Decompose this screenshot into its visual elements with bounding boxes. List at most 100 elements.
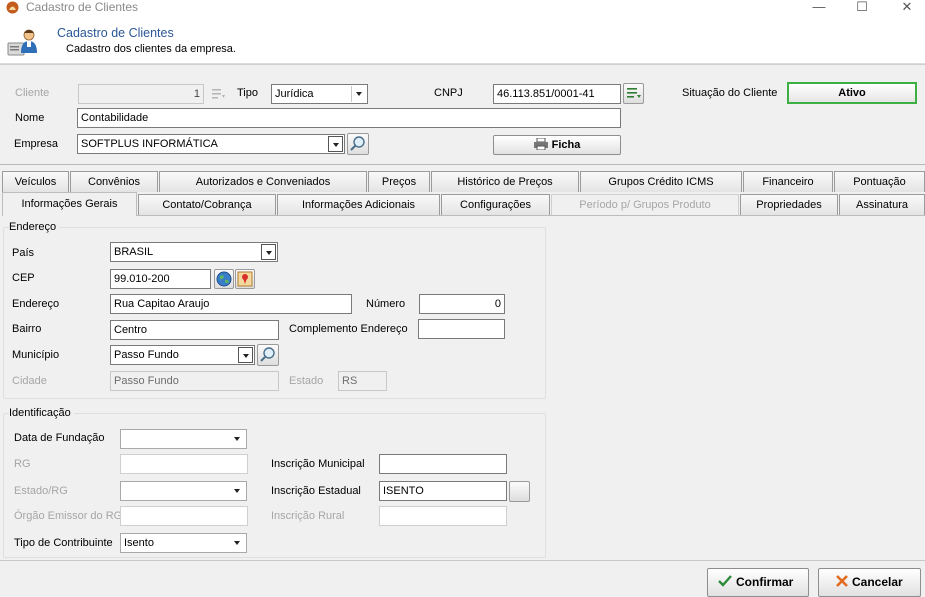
municipio-select[interactable]: Passo Fundo bbox=[110, 345, 255, 365]
tab-historico-precos[interactable]: Histórico de Preços bbox=[431, 171, 579, 192]
cliente-field: 1 bbox=[78, 84, 204, 104]
tab-propriedades[interactable]: Propriedades bbox=[740, 194, 838, 215]
close-button[interactable]: ✕ bbox=[884, 0, 925, 22]
header-divider bbox=[0, 64, 925, 65]
bairro-label: Bairro bbox=[12, 323, 42, 335]
chevron-down-icon bbox=[351, 86, 366, 102]
cancelar-button[interactable]: Cancelar bbox=[818, 568, 921, 597]
tab-informacoes-gerais[interactable]: Informações Gerais bbox=[2, 192, 137, 216]
ficha-button[interactable]: Ficha bbox=[493, 135, 621, 155]
tab-strip-line bbox=[137, 215, 925, 216]
insc-rural-field[interactable] bbox=[379, 506, 507, 526]
orgao-emissor-field[interactable] bbox=[120, 506, 248, 526]
orgao-emissor-label: Órgão Emissor do RG bbox=[14, 510, 123, 522]
cidade-field: Passo Fundo bbox=[110, 371, 279, 391]
app-icon bbox=[6, 1, 19, 14]
chevron-down-icon bbox=[230, 431, 245, 447]
title-bar: Cadastro de Clientes — ☐ ✕ bbox=[0, 0, 925, 22]
fundacao-date-picker[interactable] bbox=[120, 429, 247, 449]
chevron-down-icon bbox=[230, 483, 245, 499]
estado-label: Estado bbox=[289, 375, 324, 387]
insc-estadual-label: Inscrição Estadual bbox=[271, 485, 361, 497]
tab-assinatura[interactable]: Assinatura bbox=[839, 194, 925, 215]
footer-divider bbox=[0, 560, 925, 561]
list-refresh-icon bbox=[212, 89, 225, 99]
nome-label: Nome bbox=[15, 112, 45, 124]
estado-rg-select[interactable] bbox=[120, 481, 247, 501]
empresa-label: Empresa bbox=[14, 138, 59, 150]
situacao-label: Situação do Cliente bbox=[682, 87, 778, 99]
complemento-field[interactable] bbox=[418, 319, 505, 339]
nome-field[interactable]: Contabilidade bbox=[77, 108, 621, 128]
cnpj-field[interactable]: 46.113.851/0001-41 bbox=[493, 84, 621, 104]
cnpj-label: CNPJ bbox=[434, 87, 463, 99]
tab-periodo-grupos-produto: Período p/ Grupos Produto bbox=[551, 194, 739, 215]
endereco-field[interactable]: Rua Capitao Araujo bbox=[110, 294, 352, 314]
cep-field[interactable]: 99.010-200 bbox=[110, 269, 211, 289]
pais-label: País bbox=[12, 247, 35, 259]
tipo-contribuinte-select[interactable]: Isento bbox=[120, 533, 247, 553]
tipo-select[interactable]: Jurídica bbox=[271, 84, 368, 104]
insc-municipal-field[interactable] bbox=[379, 454, 507, 474]
form-divider bbox=[0, 164, 925, 165]
municipio-search-button[interactable] bbox=[257, 344, 279, 366]
chevron-down-icon bbox=[230, 535, 245, 551]
cliente-label: Cliente bbox=[15, 87, 50, 99]
insc-estadual-button[interactable] bbox=[509, 481, 530, 502]
empresa-search-button[interactable] bbox=[347, 133, 369, 155]
tab-grupos-credito-icms[interactable]: Grupos Crédito ICMS bbox=[580, 171, 742, 192]
tab-configuracoes[interactable]: Configurações bbox=[441, 194, 550, 215]
header-subtitle: Cadastro dos clientes da empresa. bbox=[66, 43, 236, 55]
pais-select[interactable]: BRASIL bbox=[110, 242, 278, 262]
check-icon bbox=[718, 575, 732, 587]
rg-label: RG bbox=[14, 458, 31, 470]
maximize-button[interactable]: ☐ bbox=[839, 0, 885, 22]
chevron-down-icon bbox=[238, 347, 253, 363]
municipio-label: Município bbox=[12, 349, 60, 361]
window-title: Cadastro de Clientes bbox=[26, 0, 139, 14]
identificacao-group-label: Identificação bbox=[9, 407, 74, 419]
estado-field: RS bbox=[338, 371, 387, 391]
confirmar-button[interactable]: Confirmar bbox=[707, 568, 809, 597]
cep-web-search-button[interactable] bbox=[214, 269, 234, 289]
globe-icon bbox=[216, 271, 232, 287]
search-icon bbox=[260, 347, 275, 362]
tab-contato-cobranca[interactable]: Contato/Cobrança bbox=[138, 194, 276, 215]
chevron-down-icon bbox=[261, 244, 276, 260]
tab-veiculos[interactable]: Veículos bbox=[2, 171, 69, 192]
tab-pontuacao[interactable]: Pontuação bbox=[834, 171, 925, 192]
bairro-field[interactable]: Centro bbox=[110, 320, 279, 340]
map-pin-icon bbox=[237, 271, 253, 287]
cnpj-lookup-button[interactable] bbox=[623, 83, 644, 104]
empresa-select[interactable]: SOFTPLUS INFORMÁTICA bbox=[77, 134, 345, 154]
list-refresh-icon bbox=[627, 88, 641, 98]
tipo-label: Tipo bbox=[237, 87, 258, 99]
situacao-status-button[interactable]: Ativo bbox=[787, 82, 917, 104]
cancel-x-icon bbox=[836, 575, 848, 587]
printer-icon bbox=[533, 137, 548, 151]
header-title: Cadastro de Clientes bbox=[57, 26, 174, 40]
tab-autorizados-conveniados[interactable]: Autorizados e Conveniados bbox=[159, 171, 367, 192]
minimize-button[interactable]: — bbox=[796, 0, 842, 22]
estado-rg-label: Estado/RG bbox=[14, 485, 68, 497]
tab-financeiro[interactable]: Financeiro bbox=[743, 171, 833, 192]
form-header: Cadastro de Clientes Cadastro dos client… bbox=[0, 22, 925, 64]
tipo-contribuinte-label: Tipo de Contribuinte bbox=[14, 537, 113, 549]
tab-precos[interactable]: Preços bbox=[368, 171, 430, 192]
insc-estadual-field[interactable]: ISENTO bbox=[379, 481, 507, 501]
search-icon bbox=[350, 136, 365, 151]
user-card-icon bbox=[7, 29, 37, 56]
tab-informacoes-adicionais[interactable]: Informações Adicionais bbox=[277, 194, 440, 215]
complemento-label: Complemento Endereço bbox=[289, 323, 408, 335]
endereco-group-label: Endereço bbox=[9, 221, 60, 233]
tab-convenios[interactable]: Convênios bbox=[70, 171, 158, 192]
rg-field[interactable] bbox=[120, 454, 248, 474]
fundacao-label: Data de Fundação bbox=[14, 432, 105, 444]
numero-field[interactable]: 0 bbox=[419, 294, 505, 314]
cep-map-button[interactable] bbox=[235, 269, 255, 289]
insc-rural-label: Inscrição Rural bbox=[271, 510, 345, 522]
numero-label: Número bbox=[366, 298, 406, 310]
cidade-label: Cidade bbox=[12, 375, 47, 387]
cep-label: CEP bbox=[12, 272, 35, 284]
insc-municipal-label: Inscrição Municipal bbox=[271, 458, 365, 470]
